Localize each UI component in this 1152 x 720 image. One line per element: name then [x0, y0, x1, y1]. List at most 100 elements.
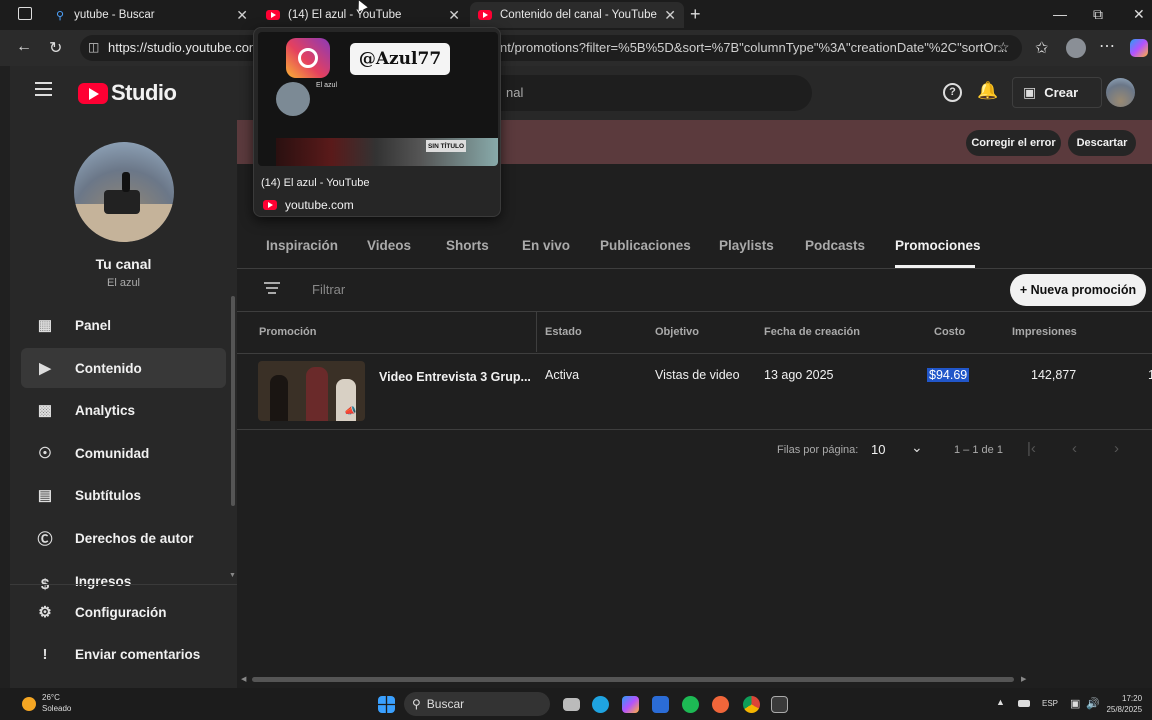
header-divider	[237, 353, 1152, 354]
video-thumbnail[interactable]: 📣	[258, 361, 365, 421]
col-header-promocion[interactable]: Promoción	[259, 326, 316, 338]
col-header-estado[interactable]: Estado	[545, 326, 582, 338]
sidebar-item-label: Enviar comentarios	[75, 646, 201, 662]
more-icon[interactable]: ⋯	[1099, 36, 1115, 56]
tab-inspiracion[interactable]: Inspiración	[266, 238, 338, 253]
horizontal-scrollbar[interactable]	[252, 677, 1014, 682]
dismiss-button[interactable]: Descartar	[1068, 130, 1136, 156]
preview-sin-titulo: SIN TÍTULO	[426, 140, 466, 152]
tab-hover-preview[interactable]: @Azul77 El azul SIN TÍTULO (14) El azul …	[253, 27, 501, 217]
scroll-right-icon[interactable]: ▶	[1021, 675, 1026, 683]
copilot-app-icon[interactable]	[622, 696, 639, 713]
col-header-costo[interactable]: Costo	[934, 326, 965, 338]
maximize-icon[interactable]: ⧉	[1093, 6, 1103, 23]
sidebar-item-contenido[interactable]: ▶ Contenido	[21, 348, 226, 388]
tab-playlists[interactable]: Playlists	[719, 238, 774, 253]
sidebar-item-derechos[interactable]: Ⓒ Derechos de autor	[21, 518, 226, 558]
sidebar-item-label: Subtítulos	[75, 487, 141, 503]
instagram-icon	[286, 38, 330, 78]
sidebar-item-comunidad[interactable]: ☉ Comunidad	[21, 433, 226, 473]
back-icon[interactable]: ←	[16, 38, 32, 56]
tab-en-vivo[interactable]: En vivo	[522, 238, 570, 253]
col-header-fecha[interactable]: Fecha de creación	[764, 326, 860, 338]
profile-icon[interactable]	[1066, 38, 1086, 58]
filter-icon[interactable]	[264, 282, 280, 297]
studio-logo[interactable]: Studio	[78, 80, 177, 106]
sidebar-item-label: Contenido	[75, 360, 142, 376]
rows-per-page-select[interactable]: 10	[871, 442, 885, 457]
url-field[interactable]: ◫ https://studio.youtube.com nt/promotio…	[80, 35, 1022, 61]
tab-studio-content[interactable]: Contenido del canal - YouTube St ✕	[470, 2, 684, 28]
chevron-down-icon[interactable]: ⌄	[911, 439, 923, 456]
store-icon[interactable]	[652, 696, 669, 713]
tray-chevron-icon[interactable]: ▲	[996, 697, 1005, 707]
close-tab-icon[interactable]: ✕	[448, 7, 460, 24]
help-icon[interactable]: ?	[943, 83, 962, 102]
close-tab-icon[interactable]: ✕	[664, 7, 676, 24]
app-icon-orange[interactable]	[712, 696, 729, 713]
tab-shorts[interactable]: Shorts	[446, 238, 489, 253]
tab-actions-icon[interactable]	[18, 7, 32, 20]
copyright-icon: Ⓒ	[37, 530, 53, 548]
site-info-icon[interactable]: ◫	[88, 40, 99, 54]
close-window-icon[interactable]: ✕	[1133, 6, 1145, 23]
search-input[interactable]: nal	[470, 75, 812, 111]
refresh-icon[interactable]: ↻	[49, 38, 62, 58]
clock[interactable]: 17:20 25/8/2025	[1106, 693, 1142, 715]
sidebar-item-configuracion[interactable]: ⚙ Configuración	[21, 592, 226, 632]
prev-page-icon[interactable]: ‹	[1072, 440, 1077, 457]
copilot-icon[interactable]	[1130, 39, 1148, 57]
minimize-icon[interactable]: —	[1053, 6, 1067, 22]
spotify-icon[interactable]	[682, 696, 699, 713]
sidebar-divider	[10, 584, 237, 585]
table-top-divider	[237, 311, 1152, 312]
fix-error-button[interactable]: Corregir el error	[966, 130, 1061, 156]
new-promotion-button[interactable]: + Nueva promoción	[1010, 274, 1146, 306]
preview-avatar	[276, 82, 310, 116]
sidebar-scrollbar[interactable]	[231, 296, 235, 506]
megaphone-icon: 📣	[344, 406, 357, 417]
tab-videos[interactable]: Videos	[367, 238, 411, 253]
close-tab-icon[interactable]: ✕	[236, 7, 248, 24]
menu-icon[interactable]	[35, 82, 52, 96]
account-avatar[interactable]	[1106, 78, 1135, 107]
col-header-objetivo[interactable]: Objetivo	[655, 326, 699, 338]
content-icon: ▶	[39, 360, 51, 377]
tab-podcasts[interactable]: Podcasts	[805, 238, 865, 253]
epic-games-icon[interactable]	[771, 696, 788, 713]
tab-bing-search[interactable]: ⚲ yutube - Buscar ✕	[48, 2, 256, 28]
sidebar-item-feedback[interactable]: ! Enviar comentarios	[21, 634, 226, 674]
tab-title: Contenido del canal - YouTube St	[500, 9, 660, 21]
sidebar-item-subtitulos[interactable]: ▤ Subtítulos	[21, 475, 226, 515]
create-button[interactable]: ▣ Crear	[1012, 77, 1102, 108]
first-page-icon[interactable]: |‹	[1027, 440, 1036, 457]
preview-image: @Azul77 El azul SIN TÍTULO	[258, 32, 498, 166]
next-page-icon[interactable]: ›	[1114, 440, 1119, 457]
network-icon[interactable]: ▣	[1070, 697, 1080, 710]
notifications-icon[interactable]: 🔔	[977, 81, 998, 101]
favorite-star-icon[interactable]: ☆	[997, 39, 1010, 56]
task-view-icon[interactable]	[563, 698, 580, 711]
language-indicator[interactable]: ESP	[1042, 699, 1058, 708]
chrome-icon[interactable]	[743, 696, 760, 713]
col-header-impresiones[interactable]: Impresiones	[1012, 326, 1077, 338]
sidebar-item-panel[interactable]: ▦ Panel	[21, 305, 226, 345]
rows-per-page-label: Filas por página:	[777, 444, 859, 456]
channel-avatar[interactable]	[74, 142, 174, 242]
scroll-left-icon[interactable]: ◀	[241, 675, 246, 683]
tab-promociones[interactable]: Promociones	[895, 238, 981, 253]
sidebar-item-analytics[interactable]: ▩ Analytics	[21, 390, 226, 430]
filter-input[interactable]: Filtrar	[312, 282, 345, 297]
scroll-down-icon[interactable]: ▼	[229, 572, 236, 579]
promotion-title[interactable]: Video Entrevista 3 Grup...	[379, 370, 531, 384]
tray-app-icon[interactable]	[1018, 700, 1030, 707]
sidebar-item-ingresos[interactable]: $ Ingresos	[21, 566, 226, 594]
favorites-icon[interactable]: ✩	[1035, 38, 1048, 58]
tab-publicaciones[interactable]: Publicaciones	[600, 238, 691, 253]
edge-icon[interactable]	[592, 696, 609, 713]
new-tab-icon[interactable]: +	[690, 4, 701, 25]
community-icon: ☉	[38, 445, 52, 462]
avatar-car	[104, 190, 140, 214]
taskbar-search[interactable]: ⚲ Buscar	[404, 692, 550, 716]
volume-icon[interactable]: 🔊	[1086, 697, 1100, 710]
